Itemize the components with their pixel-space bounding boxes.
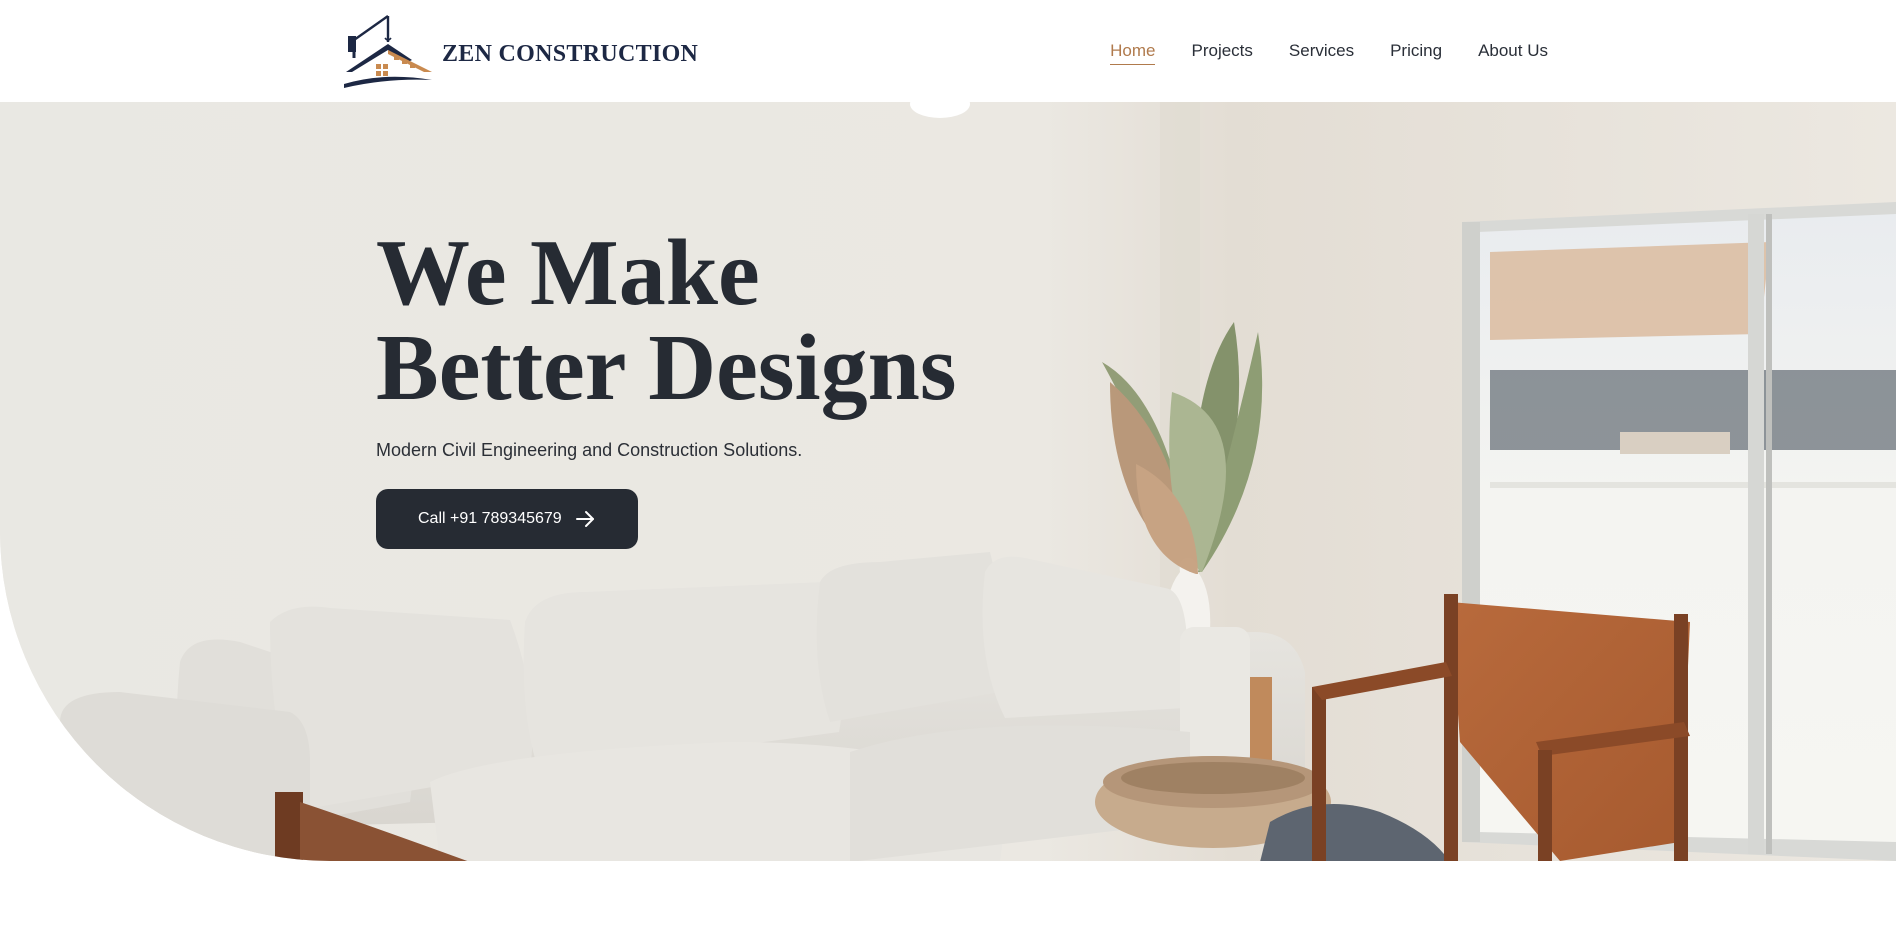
- hero-section: We Make Better Designs Modern Civil Engi…: [0, 102, 1896, 861]
- site-header: ZEN CONSTRUCTION Home Projects Services …: [0, 0, 1896, 102]
- nav-about-us[interactable]: About Us: [1478, 40, 1548, 65]
- nav-pricing[interactable]: Pricing: [1390, 40, 1442, 65]
- nav-home[interactable]: Home: [1110, 40, 1156, 65]
- hero-content: We Make Better Designs Modern Civil Engi…: [376, 226, 956, 549]
- call-button[interactable]: Call +91 789345679: [376, 489, 638, 549]
- nav-projects[interactable]: Projects: [1191, 40, 1252, 65]
- brand[interactable]: ZEN CONSTRUCTION: [342, 14, 698, 88]
- hero-title-line-2: Better Designs: [376, 316, 957, 420]
- main-nav: Home Projects Services Pricing About Us: [1110, 40, 1548, 65]
- hero-title: We Make Better Designs: [376, 226, 956, 416]
- arrow-right-icon: [574, 508, 596, 530]
- nav-services[interactable]: Services: [1289, 40, 1354, 65]
- brand-name: ZEN CONSTRUCTION: [442, 40, 699, 67]
- house-crane-logo-icon: [344, 15, 432, 88]
- hero-title-line-1: We Make: [376, 221, 760, 325]
- hero-subtitle: Modern Civil Engineering and Constructio…: [376, 440, 803, 460]
- call-button-label: Call +91 789345679: [418, 510, 562, 527]
